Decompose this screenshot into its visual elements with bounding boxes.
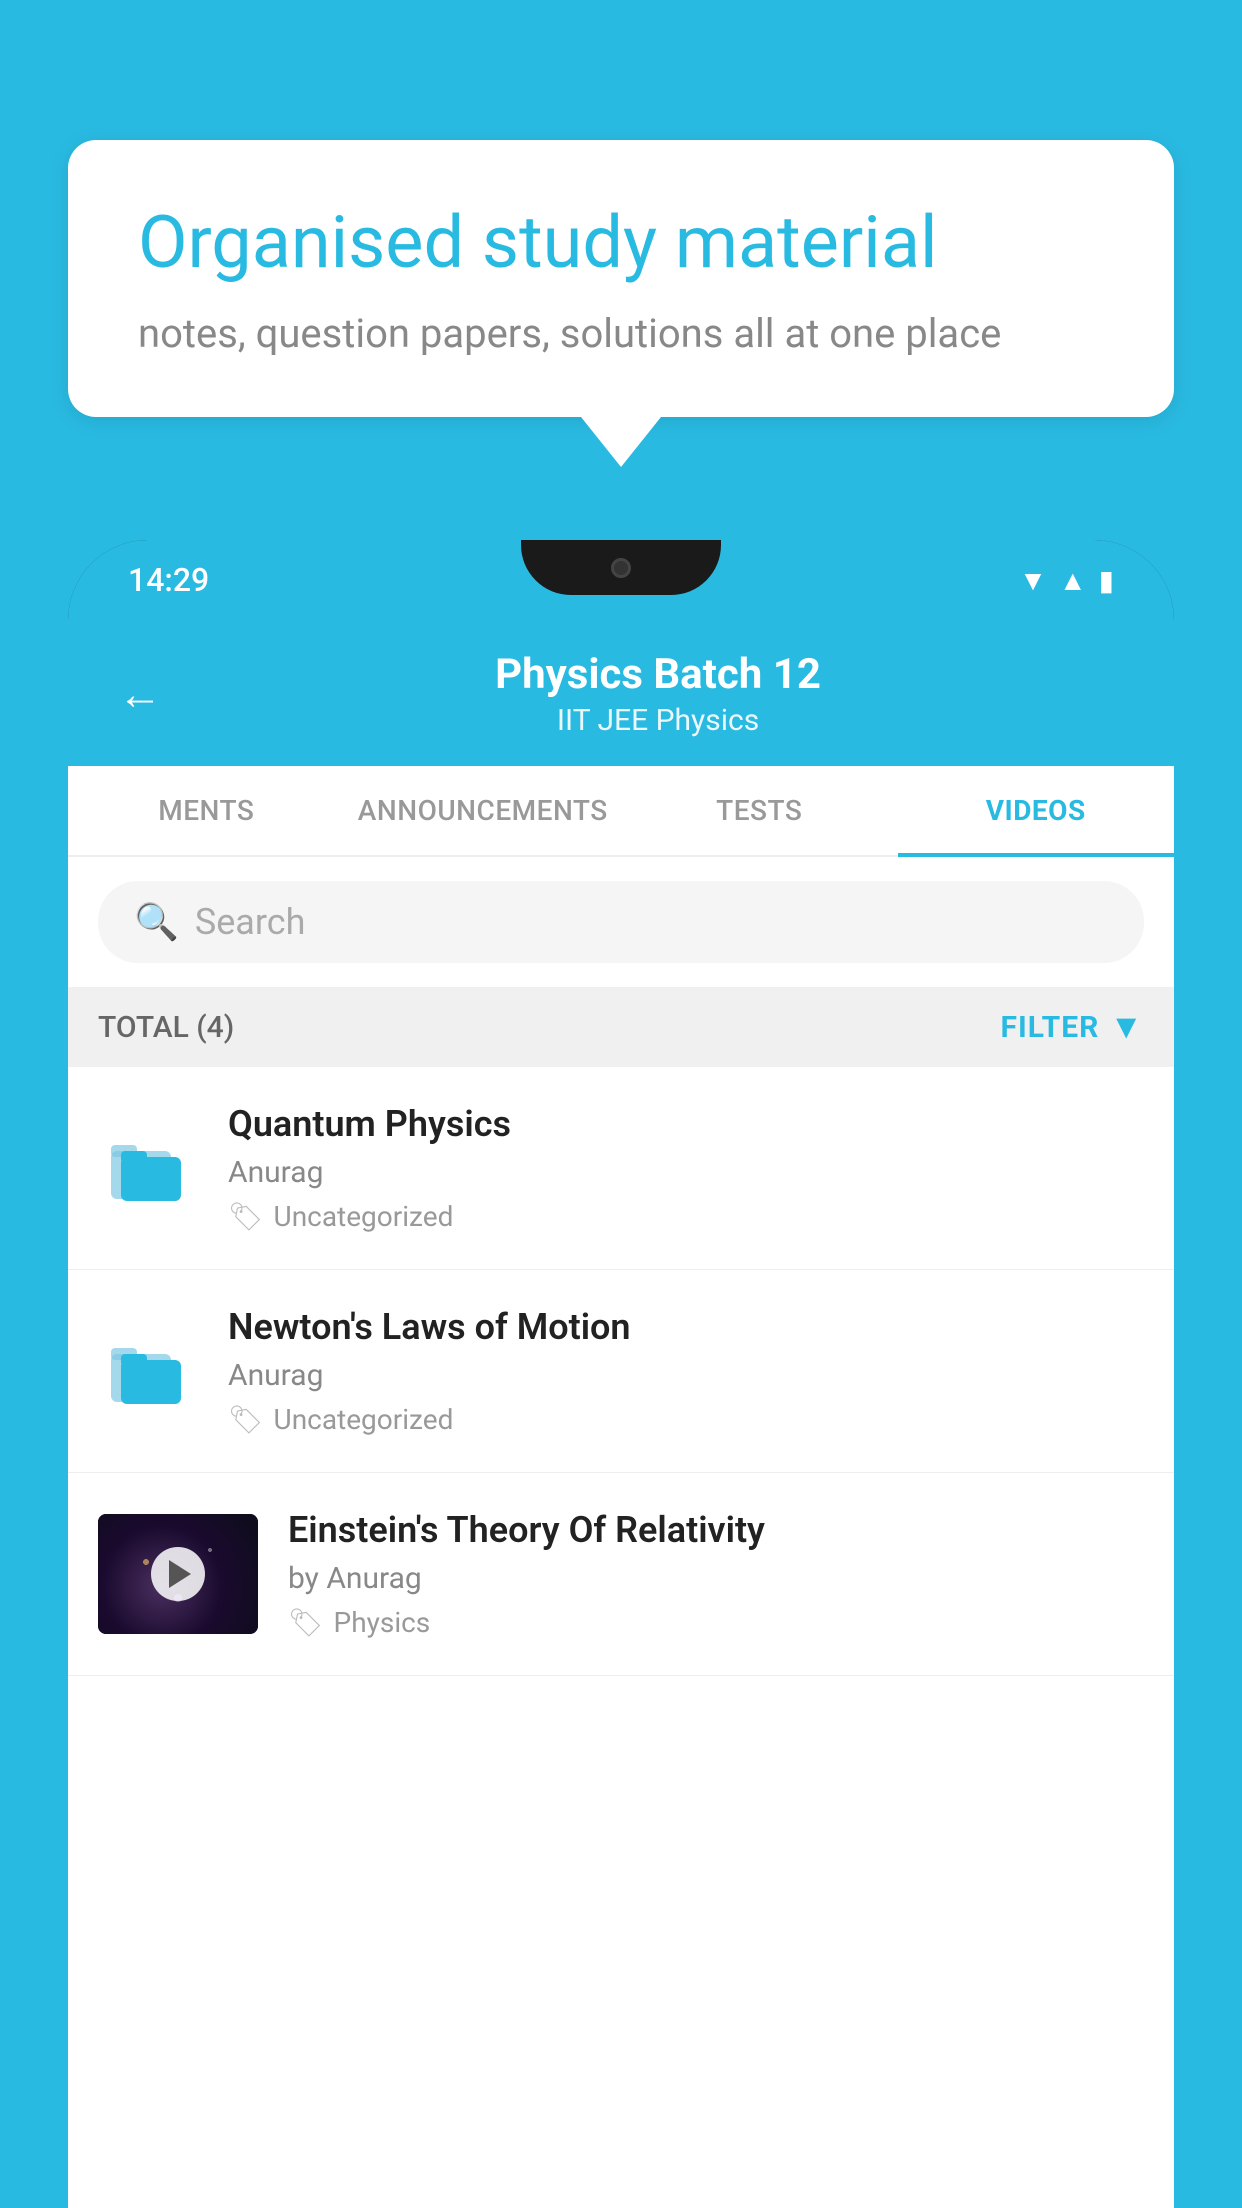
video-author: Anurag: [228, 1358, 1144, 1393]
header-subtitle-physics: Physics: [656, 703, 760, 738]
folder-icon-newton: [98, 1321, 198, 1421]
tab-announcements[interactable]: ANNOUNCEMENTS: [345, 766, 622, 855]
status-time: 14:29: [128, 561, 209, 599]
video-info-quantum: Quantum Physics Anurag 🏷 Uncategorized: [228, 1103, 1144, 1233]
list-item[interactable]: Newton's Laws of Motion Anurag 🏷 Uncateg…: [68, 1270, 1174, 1473]
video-title: Einstein's Theory Of Relativity: [288, 1509, 1144, 1551]
video-title: Newton's Laws of Motion: [228, 1306, 1144, 1348]
video-tag: 🏷 Physics: [288, 1606, 1144, 1639]
header-title: Physics Batch 12: [192, 650, 1124, 699]
speech-bubble-section: Organised study material notes, question…: [68, 140, 1174, 467]
video-tag: 🏷 Uncategorized: [228, 1200, 1144, 1233]
tag-icon: 🏷: [288, 1606, 324, 1639]
play-button[interactable]: [151, 1547, 205, 1601]
total-count: TOTAL (4): [98, 1010, 234, 1045]
back-button[interactable]: ←: [118, 668, 162, 720]
folder-icon-quantum: [98, 1118, 198, 1218]
tabs-bar: MENTS ANNOUNCEMENTS TESTS VIDEOS: [68, 766, 1174, 857]
phone-frame: 14:29 ▼ ▲ ▮ ← Physics Batch 12 IIT JEE P…: [68, 540, 1174, 2208]
tab-ments[interactable]: MENTS: [68, 766, 345, 855]
speech-bubble-pointer: [581, 417, 661, 467]
search-placeholder: Search: [195, 901, 306, 943]
tag-label: Uncategorized: [274, 1403, 454, 1436]
phone-screen: ← Physics Batch 12 IIT JEE Physics MENTS…: [68, 620, 1174, 2208]
status-bar: 14:29 ▼ ▲ ▮: [68, 540, 1174, 620]
phone-notch: [521, 540, 721, 595]
header-subtitle-iitjee: IIT JEE: [557, 703, 648, 738]
tab-tests[interactable]: TESTS: [621, 766, 898, 855]
play-triangle-icon: [169, 1560, 191, 1588]
filter-label: FILTER: [1001, 1010, 1100, 1045]
app-header: ← Physics Batch 12 IIT JEE Physics: [68, 620, 1174, 766]
tab-videos[interactable]: VIDEOS: [898, 766, 1175, 855]
speech-bubble-card: Organised study material notes, question…: [68, 140, 1174, 417]
signal-icon: ▲: [1059, 564, 1087, 597]
search-icon: 🔍: [134, 901, 179, 943]
search-container: 🔍 Search: [68, 857, 1174, 987]
battery-icon: ▮: [1099, 564, 1114, 597]
video-author: by Anurag: [288, 1561, 1144, 1596]
list-item[interactable]: Einstein's Theory Of Relativity by Anura…: [68, 1473, 1174, 1676]
status-icons: ▼ ▲ ▮: [1019, 564, 1114, 597]
video-tag: 🏷 Uncategorized: [228, 1403, 1144, 1436]
search-bar[interactable]: 🔍 Search: [98, 881, 1144, 963]
tag-label: Uncategorized: [274, 1200, 454, 1233]
list-item[interactable]: Quantum Physics Anurag 🏷 Uncategorized: [68, 1067, 1174, 1270]
video-list: Quantum Physics Anurag 🏷 Uncategorized: [68, 1067, 1174, 1676]
tag-label: Physics: [334, 1606, 431, 1639]
video-author: Anurag: [228, 1155, 1144, 1190]
speech-bubble-subtitle: notes, question papers, solutions all at…: [138, 310, 1104, 357]
filter-row: TOTAL (4) FILTER ▼: [68, 987, 1174, 1067]
filter-button[interactable]: FILTER ▼: [1001, 1007, 1144, 1047]
video-info-einstein: Einstein's Theory Of Relativity by Anura…: [288, 1509, 1144, 1639]
tag-icon: 🏷: [228, 1200, 264, 1233]
speech-bubble-title: Organised study material: [138, 200, 1104, 286]
header-subtitle: IIT JEE Physics: [192, 703, 1124, 738]
header-title-group: Physics Batch 12 IIT JEE Physics: [192, 650, 1124, 738]
filter-icon: ▼: [1109, 1007, 1144, 1047]
video-title: Quantum Physics: [228, 1103, 1144, 1145]
wifi-icon: ▼: [1019, 564, 1047, 597]
front-camera: [611, 558, 631, 578]
tag-icon: 🏷: [228, 1403, 264, 1436]
video-info-newton: Newton's Laws of Motion Anurag 🏷 Uncateg…: [228, 1306, 1144, 1436]
video-thumbnail-einstein: [98, 1514, 258, 1634]
